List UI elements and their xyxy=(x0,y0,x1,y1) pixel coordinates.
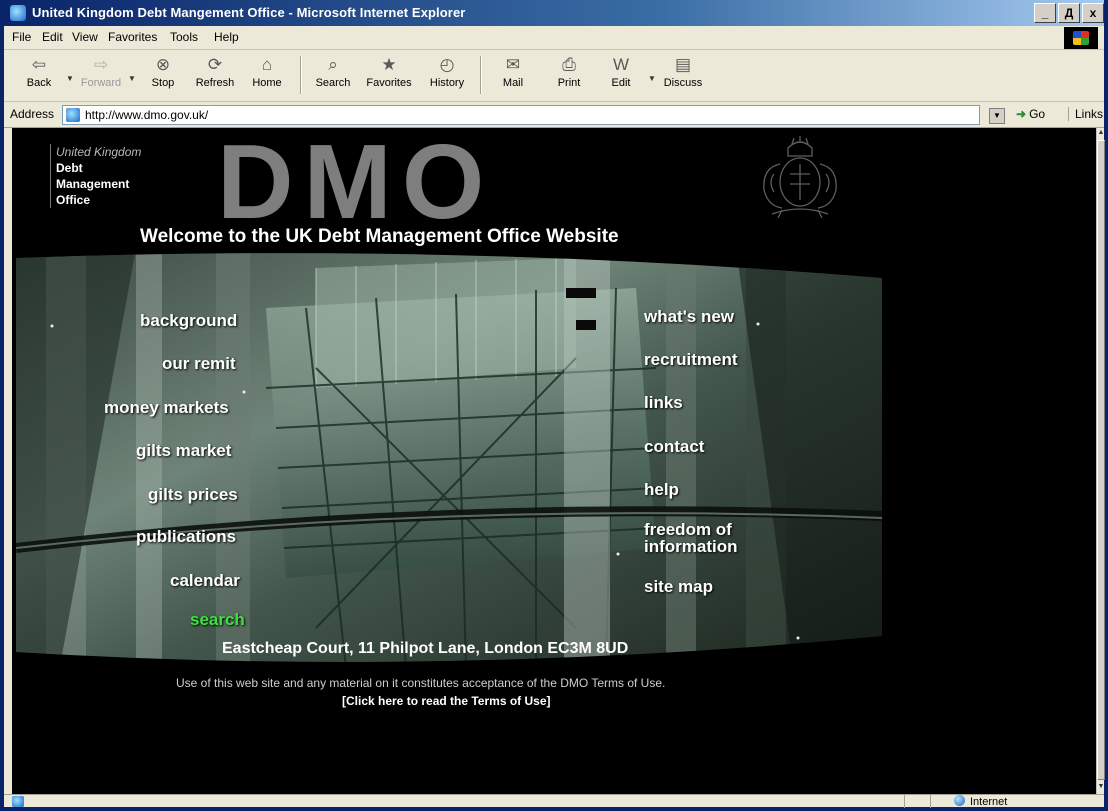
history-icon: ◴ xyxy=(439,55,455,74)
go-arrow-icon: ➜ xyxy=(1016,107,1027,121)
mail-icon: ✉ xyxy=(505,55,521,74)
nav-background[interactable]: background xyxy=(140,311,237,331)
org-name-line2: Debt xyxy=(56,161,83,175)
status-cell xyxy=(904,795,928,808)
terms-of-use-link[interactable]: [Click here to read the Terms of Use] xyxy=(342,694,551,708)
history-button[interactable]: ◴ History xyxy=(422,53,472,97)
edit-button[interactable]: W Edit xyxy=(596,53,646,97)
back-dropdown-icon[interactable]: ▼ xyxy=(66,74,74,83)
forward-dropdown-icon[interactable]: ▼ xyxy=(128,74,136,83)
scroll-up-icon[interactable]: ▲ xyxy=(1097,128,1105,138)
refresh-icon: ⟳ xyxy=(207,55,223,74)
menu-file[interactable]: File xyxy=(12,30,31,44)
office-address: Eastcheap Court, 11 Philpot Lane, London… xyxy=(222,640,629,657)
edit-dropdown-icon[interactable]: ▼ xyxy=(648,74,656,83)
page-status-icon xyxy=(12,796,24,807)
print-button[interactable]: ⎙ Print xyxy=(544,53,594,97)
menu-tools[interactable]: Tools xyxy=(170,30,198,44)
org-name-line1: United Kingdom xyxy=(56,145,142,159)
nav-site-map[interactable]: site map xyxy=(644,577,713,597)
search-icon: ⌕ xyxy=(328,55,338,74)
org-name-line4: Office xyxy=(56,193,91,207)
vertical-scrollbar[interactable]: ▲ ▼ xyxy=(1096,128,1105,794)
nav-calendar[interactable]: calendar xyxy=(170,571,240,591)
address-dropdown-icon[interactable]: ▼ xyxy=(989,108,1005,124)
terms-notice: Use of this web site and any material on… xyxy=(176,676,666,690)
browser-window: United Kingdom Debt Mangement Office - M… xyxy=(0,0,1108,811)
minimize-button[interactable]: _ xyxy=(1034,3,1056,23)
nav-whats-new[interactable]: what's new xyxy=(644,307,734,327)
internet-explorer-icon xyxy=(10,5,26,21)
status-bar: Internet xyxy=(4,794,1104,808)
home-button[interactable]: ⌂ Home xyxy=(242,53,292,97)
standard-toolbar: ⇦ Back ▼ ⇨ Forward ▼ ⊗ Stop ⟳ Refresh ⌂ … xyxy=(4,50,1104,102)
nav-our-remit[interactable]: our remit xyxy=(162,354,236,374)
nav-publications[interactable]: publications xyxy=(136,527,236,547)
print-icon: ⎙ xyxy=(562,55,576,74)
page-content: United Kingdom Debt Management Office DM… xyxy=(12,128,1096,794)
close-button[interactable]: x xyxy=(1082,3,1104,23)
menu-view[interactable]: View xyxy=(72,30,98,44)
title-bar[interactable]: United Kingdom Debt Mangement Office - M… xyxy=(4,0,1104,26)
home-icon: ⌂ xyxy=(261,55,273,74)
nav-gilts-market[interactable]: gilts market xyxy=(136,441,231,461)
scroll-down-icon[interactable]: ▼ xyxy=(1097,782,1105,792)
mail-button[interactable]: ✉ Mail xyxy=(488,53,538,97)
search-button[interactable]: ⌕ Search xyxy=(308,53,358,97)
org-name-line3: Management xyxy=(56,177,130,191)
nav-gilts-prices[interactable]: gilts prices xyxy=(148,485,238,505)
nav-help[interactable]: help xyxy=(644,480,679,500)
address-label: Address xyxy=(10,107,55,121)
links-button[interactable]: Links xyxy=(1068,107,1103,121)
back-arrow-icon: ⇦ xyxy=(31,55,47,74)
address-input[interactable]: http://www.dmo.gov.uk/ xyxy=(62,105,980,125)
stop-icon: ⊗ xyxy=(155,55,171,74)
menu-edit[interactable]: Edit xyxy=(42,30,63,44)
address-bar: Address http://www.dmo.gov.uk/ ▼ ➜ Go Lin… xyxy=(4,102,1104,128)
favorites-icon: ★ xyxy=(381,55,397,74)
menu-help[interactable]: Help xyxy=(214,30,239,44)
windows-logo-icon xyxy=(1064,27,1098,49)
forward-button[interactable]: ⇨ Forward xyxy=(76,53,126,97)
nav-money-markets[interactable]: money markets xyxy=(104,398,229,418)
address-url[interactable]: http://www.dmo.gov.uk/ xyxy=(85,108,208,122)
nav-contact[interactable]: contact xyxy=(644,437,704,457)
nav-recruitment[interactable]: recruitment xyxy=(644,350,738,370)
discuss-button[interactable]: ▤ Discuss xyxy=(658,53,708,97)
toolbar-separator xyxy=(480,56,482,94)
internet-globe-icon xyxy=(954,795,965,806)
favorites-button[interactable]: ★ Favorites xyxy=(364,53,414,97)
menu-favorites[interactable]: Favorites xyxy=(108,30,157,44)
go-button[interactable]: ➜ Go xyxy=(1016,107,1045,121)
scroll-thumb[interactable] xyxy=(1097,140,1105,780)
status-cell xyxy=(930,795,950,808)
toolbar-separator xyxy=(300,56,302,94)
stop-button[interactable]: ⊗ Stop xyxy=(138,53,188,97)
security-zone: Internet xyxy=(954,795,1007,808)
menu-bar: File Edit View Favorites Tools Help xyxy=(4,26,1104,50)
page-icon xyxy=(66,108,80,122)
nav-freedom-of-information[interactable]: freedom of information xyxy=(644,521,774,555)
org-name: United Kingdom Debt Management Office xyxy=(50,144,141,208)
royal-crest-icon xyxy=(763,136,837,219)
forward-arrow-icon: ⇨ xyxy=(93,55,109,74)
window-title: United Kingdom Debt Mangement Office - M… xyxy=(32,5,466,20)
refresh-button[interactable]: ⟳ Refresh xyxy=(190,53,240,97)
back-button[interactable]: ⇦ Back xyxy=(14,53,64,97)
nav-search[interactable]: search xyxy=(190,610,245,630)
discuss-icon: ▤ xyxy=(674,55,692,74)
nav-links[interactable]: links xyxy=(644,393,683,413)
welcome-heading: Welcome to the UK Debt Management Office… xyxy=(140,226,619,247)
maximize-button[interactable]: Д xyxy=(1058,3,1080,23)
edit-icon: W xyxy=(612,55,630,74)
